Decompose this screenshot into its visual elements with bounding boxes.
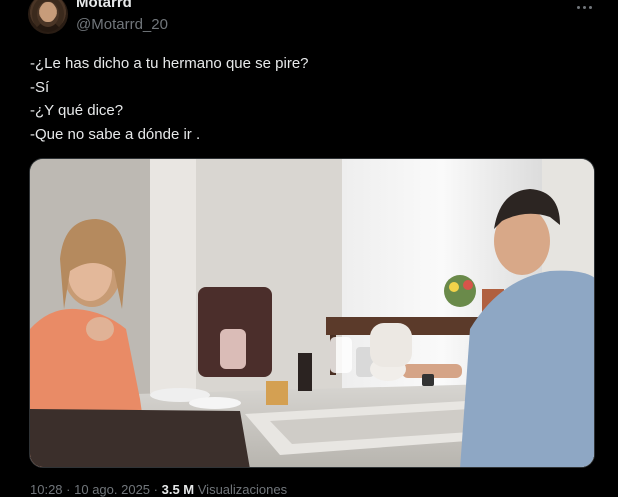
views-label: Visualizaciones	[197, 482, 288, 497]
tweet-text: -¿Le has dicho a tu hermano que se pire?…	[30, 52, 590, 146]
more-horizontal-icon	[576, 5, 580, 9]
meta-separator: ·	[153, 482, 162, 497]
tweet-line: -Sí	[30, 78, 50, 96]
more-horizontal-icon-dot	[588, 5, 592, 9]
avatar-face	[40, 2, 56, 22]
tweet-card: Motarrd @Motarrd_20 -¿Le has dicho a tu …	[0, 0, 618, 497]
more-horizontal-icon-dot	[582, 5, 586, 9]
tweet-date[interactable]: 10 ago. 2025	[74, 482, 150, 497]
avatar[interactable]	[28, 0, 68, 34]
tweet-meta: 10:28 · 10 ago. 2025 · 3.5 M Visualizaci…	[30, 482, 287, 497]
meta-separator: ·	[66, 482, 75, 497]
tweet-photo[interactable]	[29, 158, 595, 468]
tweet-line: -¿Y qué dice?	[30, 102, 124, 119]
tweet-line: -Que no sabe a dónde ir .	[30, 125, 201, 143]
tweet-time[interactable]: 10:28	[30, 482, 63, 497]
more-options-button[interactable]	[572, 0, 596, 16]
author-handle[interactable]: @Motarrd_20	[76, 16, 168, 34]
author-display-name[interactable]: Motarrd	[76, 0, 132, 12]
views-count: 3.5 M	[161, 482, 195, 497]
breakfast-scene-image	[30, 159, 594, 467]
tweet-line: -¿Le has dicho a tu hermano que se pire?	[30, 55, 309, 72]
